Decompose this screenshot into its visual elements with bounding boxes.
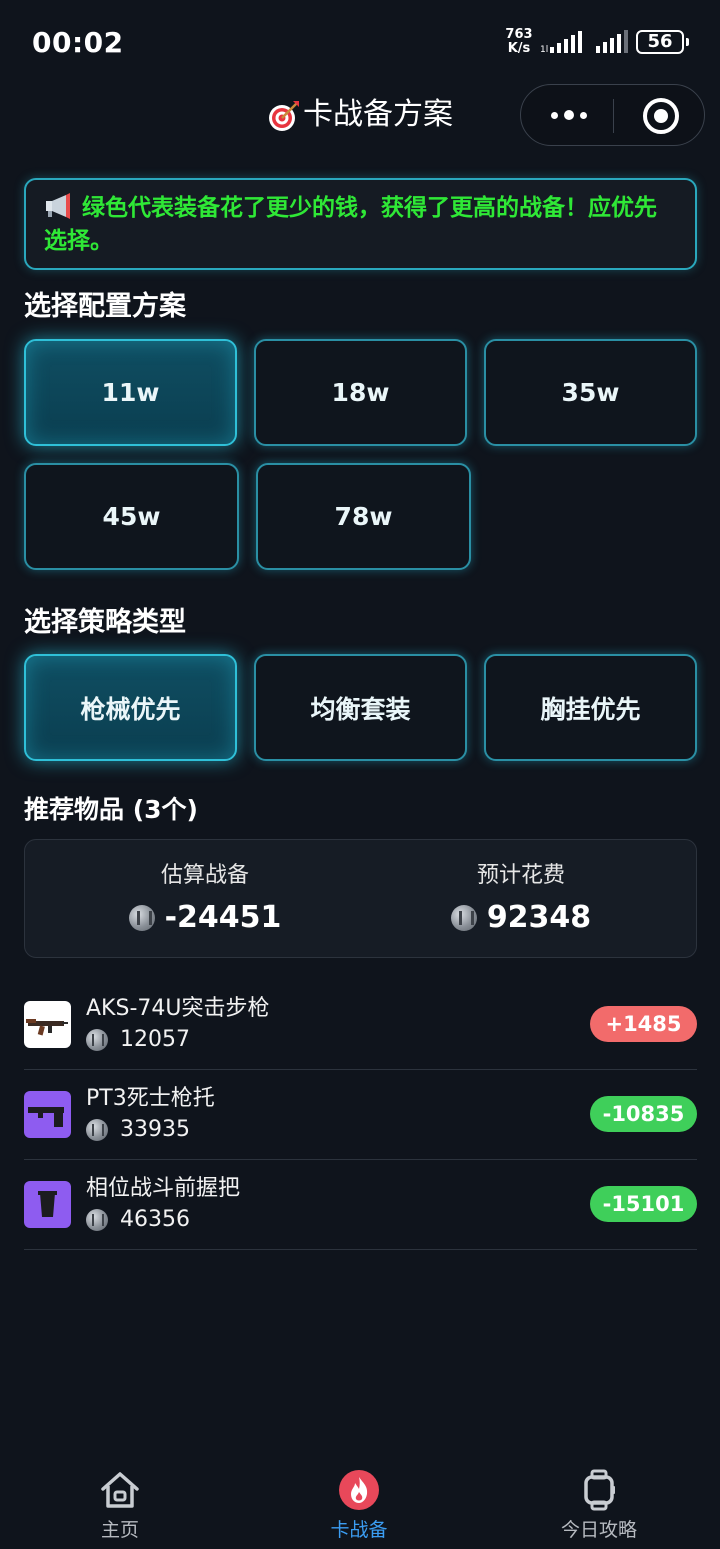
- item-price-row: 12057: [86, 1025, 190, 1055]
- tab-card-equipment-label: 卡战备: [330, 1519, 388, 1541]
- foregrip-icon: [38, 1191, 57, 1217]
- item-price-row: 46356: [86, 1205, 190, 1235]
- dart-target-icon: [269, 100, 299, 131]
- strategy-section-label: 选择策略类型: [24, 607, 186, 638]
- close-miniprogram-button[interactable]: [643, 98, 679, 134]
- item-price: 33935: [120, 1117, 190, 1142]
- strategy-option-balanced[interactable]: 均衡套装: [254, 654, 467, 761]
- cost-value: 92348: [486, 900, 592, 935]
- config-option-35w[interactable]: 35w: [484, 339, 697, 446]
- capsule-divider: [613, 99, 614, 133]
- dot-icon: [580, 111, 587, 119]
- estimate-value: -24451: [164, 900, 282, 935]
- clock: 00:02: [32, 26, 124, 59]
- megaphone-icon: [46, 193, 70, 219]
- item-price: 12057: [120, 1027, 190, 1052]
- coin-icon: [450, 905, 477, 931]
- coin-icon: [86, 1119, 108, 1141]
- cost-value-row: 92348: [361, 898, 681, 938]
- signal-icon-2: [596, 30, 628, 53]
- bottom-tab-bar: 主页 卡战备 今日攻略: [0, 1460, 720, 1549]
- list-item[interactable]: PT3死士枪托 33935 -10835: [24, 1070, 697, 1160]
- item-name: AKS-74U突击步枪: [86, 996, 270, 1021]
- notice-text-block: 绿色代表装备花了更少的钱，获得了更高的战备！应优先选择。: [44, 192, 677, 258]
- item-thumbnail: [24, 1181, 71, 1228]
- list-item[interactable]: 相位战斗前握把 46356 -15101: [24, 1160, 697, 1250]
- notice-text: 绿色代表装备花了更少的钱，获得了更高的战备！应优先选择。: [44, 195, 657, 254]
- config-option-11w[interactable]: 11w: [24, 339, 237, 446]
- coin-icon: [86, 1029, 108, 1051]
- recommend-section-label: 推荐物品 (3个): [24, 795, 198, 824]
- item-price: 46356: [120, 1207, 190, 1232]
- item-thumbnail: [24, 1091, 71, 1138]
- rifle-icon: [26, 1019, 68, 1036]
- strategy-option-weapon-first[interactable]: 枪械优先: [24, 654, 237, 761]
- item-diff-badge: -10835: [590, 1096, 697, 1132]
- config-option-45w[interactable]: 45w: [24, 463, 239, 570]
- config-section-label: 选择配置方案: [24, 291, 186, 322]
- item-name: PT3死士枪托: [86, 1086, 215, 1111]
- network-speed-unit: K/s: [507, 41, 531, 56]
- page-title-text: 卡战备方案: [303, 97, 453, 132]
- estimate-label: 估算战备: [160, 863, 249, 888]
- coin-icon: [128, 905, 155, 931]
- cost-label: 预计花费: [476, 863, 565, 888]
- summary-card: 估算战备 -24451 预计花费 92348: [24, 839, 697, 958]
- item-diff-badge: -15101: [590, 1186, 697, 1222]
- svg-text:1l: 1l: [540, 45, 548, 54]
- signal-icon: 1l: [540, 31, 582, 54]
- tab-card-equipment[interactable]: 卡战备: [279, 1468, 439, 1542]
- tab-daily-guide[interactable]: 今日攻略: [519, 1468, 679, 1542]
- network-speed: 763 K/s: [504, 28, 534, 56]
- config-option-78w[interactable]: 78w: [256, 463, 471, 570]
- config-option-18w[interactable]: 18w: [254, 339, 467, 446]
- item-price-row: 33935: [86, 1115, 190, 1145]
- app-screen: 00:02 763 K/s 1l 56 卡战备方案 绿色代表装备花了更少的钱，获…: [0, 0, 720, 1549]
- tab-daily-guide-label: 今日攻略: [560, 1519, 637, 1541]
- gun-stock-icon: [28, 1107, 64, 1127]
- watch-icon: [584, 1469, 615, 1511]
- battery-indicator: 56: [636, 30, 689, 54]
- strategy-option-vest-first[interactable]: 胸挂优先: [484, 654, 697, 761]
- estimate-value-row: -24451: [45, 898, 365, 938]
- tab-home[interactable]: 主页: [40, 1468, 200, 1542]
- cost-column: 预计花费 92348: [361, 860, 681, 938]
- estimate-column: 估算战备 -24451: [45, 860, 365, 938]
- dot-icon: [564, 110, 574, 120]
- tab-home-label: 主页: [100, 1519, 139, 1541]
- dot-icon: [551, 111, 558, 119]
- coin-icon: [86, 1209, 108, 1231]
- status-bar: 00:02 763 K/s 1l 56: [0, 0, 720, 86]
- mini-program-capsule: [520, 84, 705, 146]
- network-speed-value: 763: [505, 27, 533, 42]
- item-diff-badge: +1485: [590, 1006, 697, 1042]
- home-icon: [101, 1472, 139, 1508]
- more-button[interactable]: [549, 97, 589, 133]
- item-thumbnail: [24, 1001, 71, 1048]
- flame-icon: [339, 1470, 379, 1510]
- list-item[interactable]: AKS-74U突击步枪 12057 +1485: [24, 980, 697, 1070]
- item-name: 相位战斗前握把: [86, 1176, 241, 1201]
- notice-banner: 绿色代表装备花了更少的钱，获得了更高的战备！应优先选择。: [24, 178, 697, 270]
